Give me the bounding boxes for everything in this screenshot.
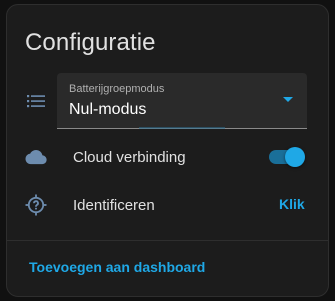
add-to-dashboard-button[interactable]: Toevoegen aan dashboard	[29, 258, 205, 276]
dropdown-arrow-icon[interactable]	[283, 97, 293, 102]
toggle-thumb[interactable]	[285, 147, 305, 167]
battery-mode-select[interactable]: Batterijgroepmodus Nul-modus	[57, 73, 307, 129]
battery-mode-value: Nul-modus	[69, 101, 147, 118]
select-focus-indicator	[139, 127, 225, 129]
cloud-connection-label: Cloud verbinding	[73, 149, 186, 166]
identify-label: Identificeren	[73, 197, 155, 214]
battery-mode-label: Batterijgroepmodus	[69, 83, 165, 95]
card-actions-divider	[7, 240, 328, 241]
cloud-connection-toggle[interactable]	[269, 147, 305, 167]
card-title: Configuratie	[25, 29, 156, 56]
cloud-icon	[24, 145, 48, 169]
configuration-card: Configuratie Batterijgroepmodus Nul-modu…	[6, 4, 329, 297]
identify-button[interactable]: Klik	[279, 195, 305, 213]
list-icon	[24, 89, 48, 113]
crosshairs-question-icon	[24, 193, 48, 217]
